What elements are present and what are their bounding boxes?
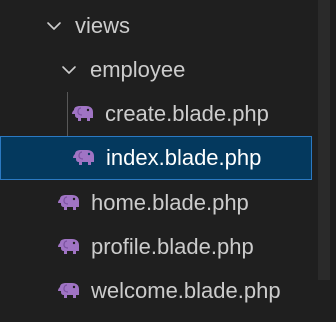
tree-file-index[interactable]: index.blade.php xyxy=(0,136,312,180)
file-label: index.blade.php xyxy=(106,145,262,170)
tree-folder-views[interactable]: views xyxy=(0,4,312,48)
file-label: profile.blade.php xyxy=(91,234,254,259)
tree-file-welcome[interactable]: welcome.blade.php xyxy=(0,269,312,313)
chevron-down-icon[interactable] xyxy=(45,17,63,35)
php-elephant-icon xyxy=(71,105,95,123)
folder-label: views xyxy=(75,13,131,38)
php-elephant-icon xyxy=(57,194,81,212)
vertical-scrollbar[interactable] xyxy=(312,0,336,322)
tree-file-profile[interactable]: profile.blade.php xyxy=(0,225,312,269)
tree-folder-employee[interactable]: employee xyxy=(0,48,312,92)
file-label: create.blade.php xyxy=(105,101,269,126)
folder-label: employee xyxy=(90,57,186,82)
file-label: welcome.blade.php xyxy=(91,278,281,303)
php-elephant-icon xyxy=(72,149,96,167)
chevron-down-icon[interactable] xyxy=(60,61,78,79)
file-explorer: views employee create.blade.php index.bl… xyxy=(0,0,336,322)
tree-file-home[interactable]: home.blade.php xyxy=(0,181,312,225)
scrollbar-thumb[interactable] xyxy=(318,0,330,280)
php-elephant-icon xyxy=(57,238,81,256)
file-label: home.blade.php xyxy=(91,190,249,215)
tree-file-create[interactable]: create.blade.php xyxy=(0,92,312,136)
php-elephant-icon xyxy=(57,282,81,300)
